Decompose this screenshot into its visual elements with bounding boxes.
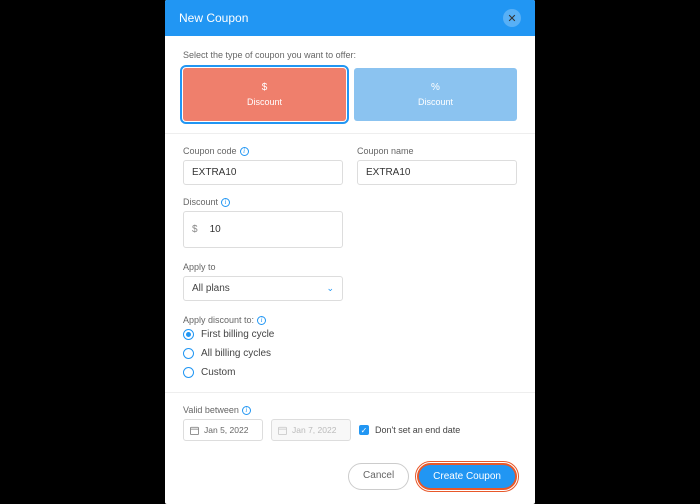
apply-discount-section: Apply discount to: i First billing cycle… — [183, 315, 517, 378]
radio-icon — [183, 367, 194, 378]
valid-label: Valid between i — [183, 405, 517, 415]
discount-input[interactable] — [202, 218, 334, 241]
info-icon[interactable]: i — [221, 198, 230, 207]
chevron-down-icon: ⌄ — [326, 283, 334, 294]
valid-section: Valid between i Jan 5, 2022 Jan 7, 2022 — [183, 405, 517, 441]
coupon-type-row: $ Discount % Discount — [183, 68, 517, 121]
discount-section: Discount i $ — [183, 197, 517, 248]
modal-body: Select the type of coupon you want to of… — [165, 36, 535, 455]
discount-label: Discount i — [183, 197, 517, 207]
apply-to-select[interactable]: All plans ⌄ — [183, 276, 343, 301]
divider — [165, 392, 535, 393]
dollar-discount-card[interactable]: $ Discount — [183, 68, 346, 121]
dollar-icon: $ — [183, 82, 346, 93]
modal-footer: Cancel Create Coupon — [165, 455, 535, 504]
code-name-row: Coupon code i Coupon name — [183, 146, 517, 185]
info-icon[interactable]: i — [242, 406, 251, 415]
radio-icon — [183, 329, 194, 340]
coupon-name-input[interactable] — [357, 160, 517, 185]
currency-symbol: $ — [192, 224, 198, 235]
coupon-code-label: Coupon code i — [183, 146, 343, 156]
checkbox-icon: ✓ — [359, 425, 369, 435]
discount-input-wrapper[interactable]: $ — [183, 211, 343, 248]
apply-to-value: All plans — [192, 283, 230, 294]
start-date-input[interactable]: Jan 5, 2022 — [183, 419, 263, 441]
info-icon[interactable]: i — [240, 147, 249, 156]
apply-to-section: Apply to All plans ⌄ — [183, 262, 517, 301]
end-date-input: Jan 7, 2022 — [271, 419, 351, 441]
divider — [165, 133, 535, 134]
dollar-label: Discount — [247, 97, 282, 107]
radio-all-billing[interactable]: All billing cycles — [183, 348, 517, 359]
create-coupon-button[interactable]: Create Coupon — [417, 463, 517, 490]
radio-custom[interactable]: Custom — [183, 367, 517, 378]
coupon-name-label: Coupon name — [357, 146, 517, 156]
calendar-icon — [278, 426, 287, 435]
new-coupon-modal: New Coupon ✕ Select the type of coupon y… — [165, 0, 535, 504]
close-button[interactable]: ✕ — [503, 9, 521, 27]
apply-discount-label: Apply discount to: i — [183, 315, 517, 325]
apply-to-label: Apply to — [183, 262, 517, 272]
percent-label: Discount — [418, 97, 453, 107]
info-icon[interactable]: i — [257, 316, 266, 325]
percent-discount-card[interactable]: % Discount — [354, 68, 517, 121]
percent-icon: % — [354, 82, 517, 93]
calendar-icon — [190, 426, 199, 435]
no-end-date-checkbox[interactable]: ✓ Don't set an end date — [359, 425, 460, 435]
cancel-button[interactable]: Cancel — [348, 463, 409, 490]
radio-first-billing[interactable]: First billing cycle — [183, 329, 517, 340]
coupon-code-input[interactable] — [183, 160, 343, 185]
radio-icon — [183, 348, 194, 359]
intro-text: Select the type of coupon you want to of… — [183, 50, 517, 60]
close-icon: ✕ — [507, 12, 516, 25]
modal-title: New Coupon — [179, 11, 248, 25]
modal-header: New Coupon ✕ — [165, 0, 535, 36]
